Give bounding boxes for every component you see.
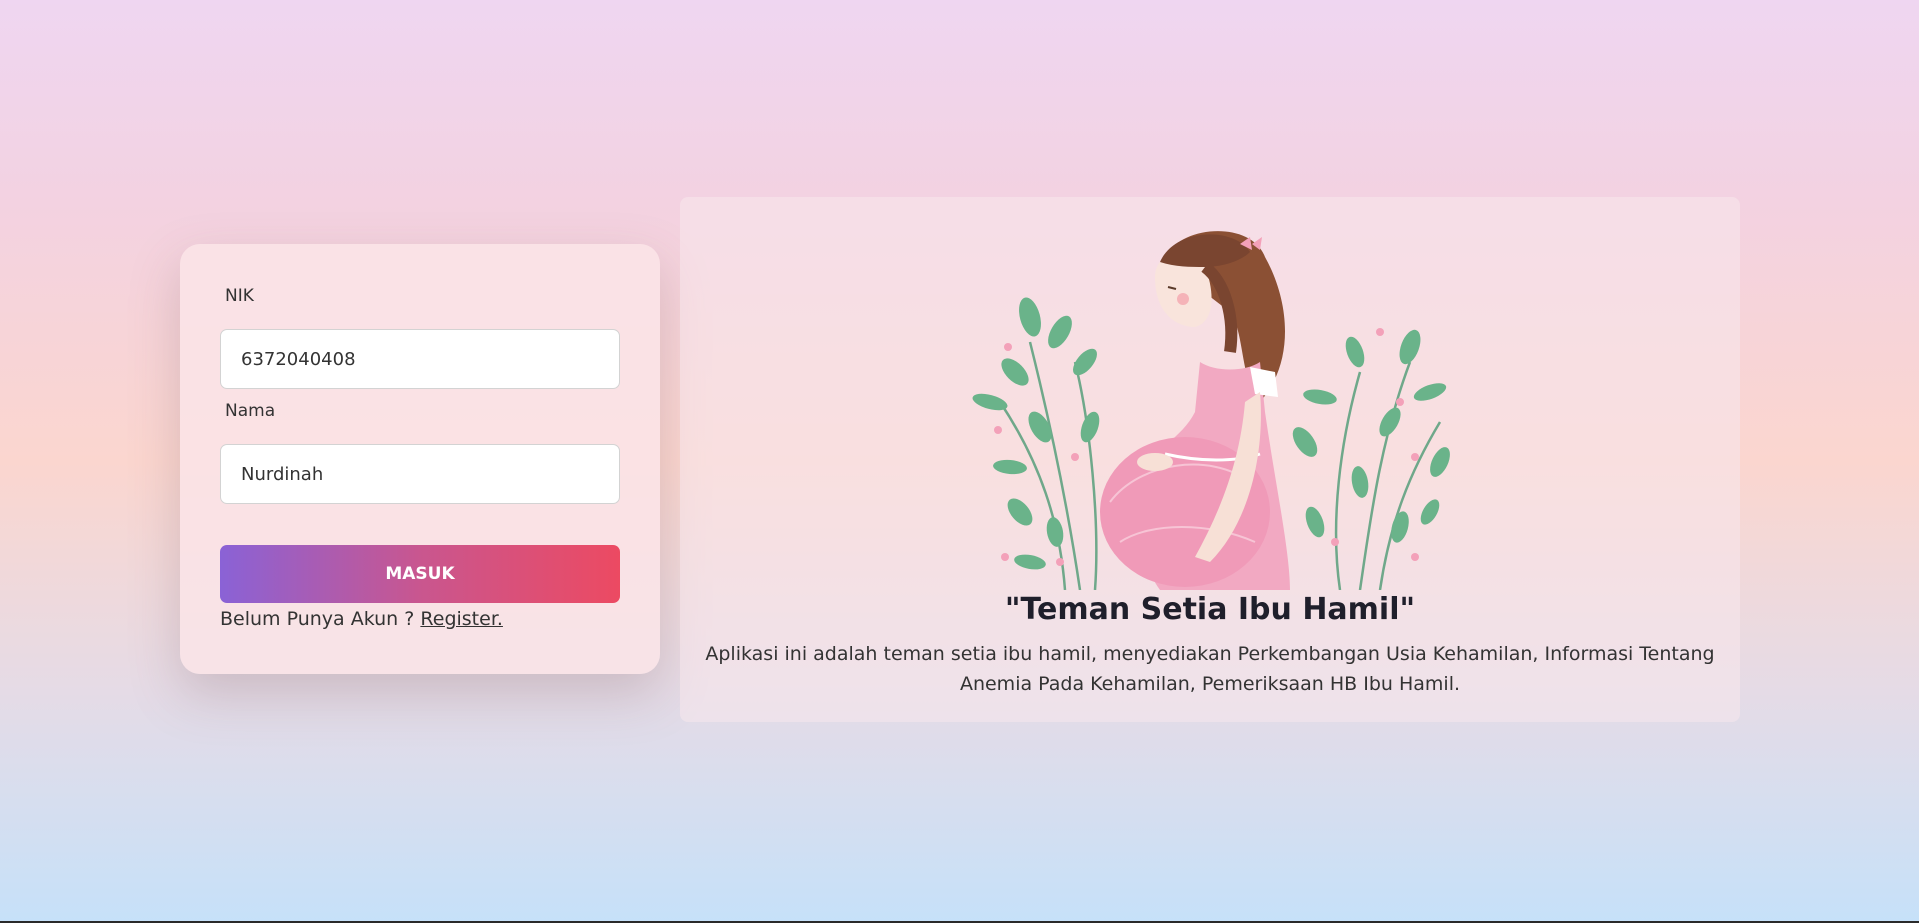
nik-input[interactable] xyxy=(220,329,620,389)
pregnant-woman-illustration xyxy=(972,231,1450,590)
hero-description: Aplikasi ini adalah teman setia ibu hami… xyxy=(705,643,1715,695)
register-line: Belum Punya Akun ? Register. xyxy=(220,608,503,630)
hero-panel: "Teman Setia Ibu Hamil" Aplikasi ini ada… xyxy=(680,197,1740,722)
woman-figure-icon xyxy=(1100,231,1290,590)
left-leaves-icon xyxy=(972,297,1100,570)
register-link[interactable]: Register. xyxy=(420,608,503,630)
left-flowers-icon xyxy=(994,343,1079,566)
masuk-button[interactable]: MASUK xyxy=(220,545,620,603)
hero-title: "Teman Setia Ibu Hamil" xyxy=(1004,592,1416,627)
register-prompt: Belum Punya Akun ? xyxy=(220,608,415,630)
nama-label: Nama xyxy=(225,401,276,421)
login-card: NIK Nama MASUK Belum Punya Akun ? Regist… xyxy=(180,244,660,674)
nik-label: NIK xyxy=(225,286,254,306)
nama-input[interactable] xyxy=(220,444,620,504)
